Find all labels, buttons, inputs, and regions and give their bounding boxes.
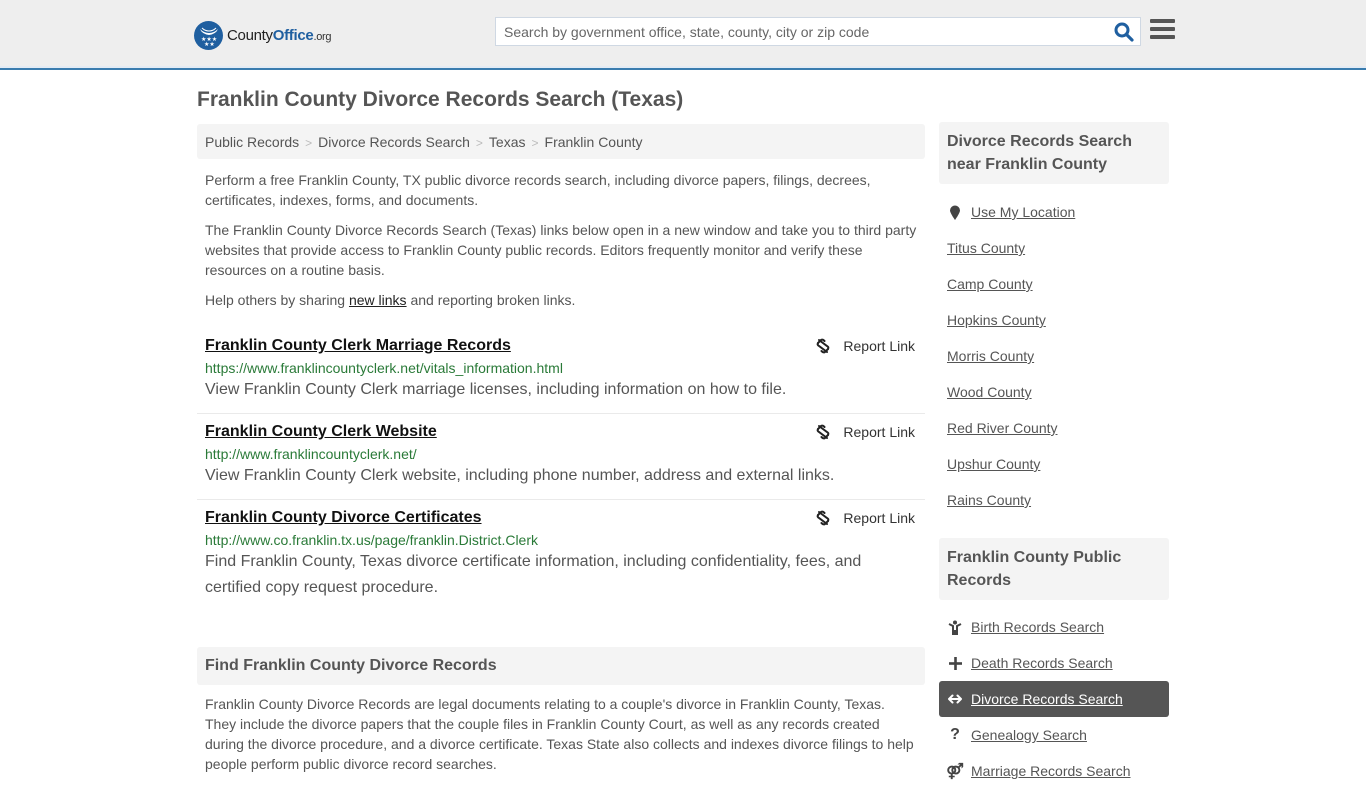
nearby-county-link[interactable]: Morris County (947, 348, 1034, 364)
nearby-county-link[interactable]: Wood County (947, 384, 1032, 400)
search-icon (1114, 22, 1134, 42)
resource-link-description: View Franklin County Clerk website, incl… (205, 467, 835, 484)
logo-text: CountyOffice.org (227, 26, 332, 44)
birth-records-link[interactable]: Birth Records Search (971, 619, 1104, 635)
arrows-horizontal-icon (947, 694, 963, 704)
resource-link-url: http://www.co.franklin.tx.us/page/frankl… (205, 532, 539, 548)
resource-link-title[interactable]: Franklin County Divorce Certificates (205, 508, 482, 528)
intro-p3-text-end: and reporting broken links. (406, 292, 576, 308)
find-records-paragraph: Franklin County Divorce Records are lega… (205, 696, 914, 772)
broken-link-icon (817, 424, 830, 440)
map-marker-icon (947, 205, 963, 220)
report-link-button[interactable]: Report Link (815, 338, 915, 354)
public-records-list: Birth Records Search Death Records Searc… (939, 609, 1169, 789)
nearby-heading: Divorce Records Search near Franklin Cou… (939, 122, 1169, 184)
nearby-county-item: Morris County (939, 338, 1169, 374)
sidebar-item-birth-records: Birth Records Search (939, 609, 1169, 645)
nearby-county-item: Red River County (939, 410, 1169, 446)
report-link-button[interactable]: Report Link (815, 424, 915, 440)
breadcrumb-franklin-county: Franklin County (544, 134, 643, 150)
resource-link-description: Find Franklin County, Texas divorce cert… (205, 553, 862, 596)
resource-link-title[interactable]: Franklin County Clerk Website (205, 422, 437, 442)
resource-link-item: Franklin County Clerk Marriage Records h… (197, 328, 925, 414)
nearby-county-link[interactable]: Rains County (947, 492, 1031, 508)
resource-link-url: https://www.franklincountyclerk.net/vita… (205, 360, 563, 376)
plus-icon (947, 656, 963, 670)
nearby-list: Use My Location Titus County Camp County… (939, 194, 1169, 518)
sidebar-item-marriage-records: ⚤ Marriage Records Search (939, 753, 1169, 789)
logo-org: .org (313, 30, 332, 43)
search-input[interactable] (496, 18, 1106, 45)
menu-icon-bar (1150, 27, 1175, 31)
broken-link-icon (817, 338, 830, 354)
main-content: Public Records > Divorce Records Search > Te… (197, 124, 925, 774)
menu-icon-bar (1150, 19, 1175, 23)
breadcrumb-divorce-records-search[interactable]: Divorce Records Search (318, 134, 470, 150)
nearby-county-item: Upshur County (939, 446, 1169, 482)
resource-links-list: Franklin County Clerk Marriage Records h… (197, 328, 925, 611)
marriage-records-link[interactable]: Marriage Records Search (971, 763, 1131, 779)
breadcrumb-separator: > (531, 136, 539, 150)
use-my-location-item: Use My Location (939, 194, 1169, 230)
sidebar: Divorce Records Search near Franklin Cou… (939, 122, 1169, 789)
public-records-heading: Franklin County Public Records (939, 538, 1169, 600)
nearby-county-link[interactable]: Hopkins County (947, 312, 1046, 328)
intro-paragraph-2: The Franklin County Divorce Records Sear… (205, 222, 917, 278)
report-link-label: Report Link (843, 510, 915, 526)
question-icon: ? (950, 726, 960, 743)
resource-link-title[interactable]: Franklin County Clerk Marriage Records (205, 336, 511, 356)
divorce-records-link[interactable]: Divorce Records Search (971, 691, 1123, 707)
resource-link-url: http://www.franklincountyclerk.net/ (205, 446, 417, 462)
nearby-county-link[interactable]: Red River County (947, 420, 1058, 436)
death-records-link[interactable]: Death Records Search (971, 655, 1113, 671)
resource-link-item: Franklin County Clerk Website http://www… (197, 414, 925, 500)
nearby-county-item: Titus County (939, 230, 1169, 266)
intro-paragraph-1: Perform a free Franklin County, TX publi… (205, 172, 871, 208)
svg-text:★★: ★★ (204, 41, 215, 46)
breadcrumb-separator: > (475, 136, 483, 150)
breadcrumb-texas[interactable]: Texas (489, 134, 526, 150)
genealogy-link[interactable]: Genealogy Search (971, 727, 1087, 743)
sidebar-item-death-records: Death Records Search (939, 645, 1169, 681)
site-logo[interactable]: ★★★ ★★ CountyOffice.org (194, 20, 332, 50)
breadcrumb-public-records[interactable]: Public Records (205, 134, 299, 150)
broken-link-icon (817, 510, 830, 526)
nearby-county-item: Camp County (939, 266, 1169, 302)
menu-icon-bar (1150, 35, 1175, 39)
search-button[interactable] (1114, 22, 1134, 42)
new-links-link[interactable]: new links (349, 292, 407, 308)
eagle-stars-logo-icon: ★★★ ★★ (194, 20, 223, 50)
child-icon (947, 620, 963, 635)
site-header: ★★★ ★★ CountyOffice.org (0, 0, 1366, 70)
breadcrumb-separator: > (305, 136, 313, 150)
intro-p3-text: Help others by sharing (205, 292, 349, 308)
logo-county: County (227, 26, 273, 44)
sidebar-item-divorce-records: Divorce Records Search (939, 681, 1169, 717)
nearby-county-link[interactable]: Camp County (947, 276, 1033, 292)
use-my-location-link[interactable]: Use My Location (971, 204, 1075, 220)
intro-paragraph-3: Help others by sharing new links and rep… (197, 290, 925, 310)
resource-link-description: View Franklin County Clerk marriage lice… (205, 381, 787, 398)
sidebar-item-genealogy: ? Genealogy Search (939, 717, 1169, 753)
nearby-county-item: Hopkins County (939, 302, 1169, 338)
breadcrumb: Public Records > Divorce Records Search > Te… (197, 124, 925, 159)
report-link-label: Report Link (843, 338, 915, 354)
resource-link-item: Franklin County Divorce Certificates htt… (197, 500, 925, 611)
report-link-button[interactable]: Report Link (815, 510, 915, 526)
logo-office: Office (272, 26, 314, 44)
hamburger-menu-button[interactable] (1150, 19, 1175, 42)
nearby-county-link[interactable]: Upshur County (947, 456, 1040, 472)
gender-icon: ⚤ (946, 763, 964, 780)
nearby-county-item: Wood County (939, 374, 1169, 410)
find-records-heading: Find Franklin County Divorce Records (197, 647, 925, 685)
nearby-county-item: Rains County (939, 482, 1169, 518)
report-link-label: Report Link (843, 424, 915, 440)
search-bar (495, 17, 1141, 46)
nearby-county-link[interactable]: Titus County (947, 240, 1025, 256)
page-title: Franklin County Divorce Records Search (… (197, 88, 684, 111)
